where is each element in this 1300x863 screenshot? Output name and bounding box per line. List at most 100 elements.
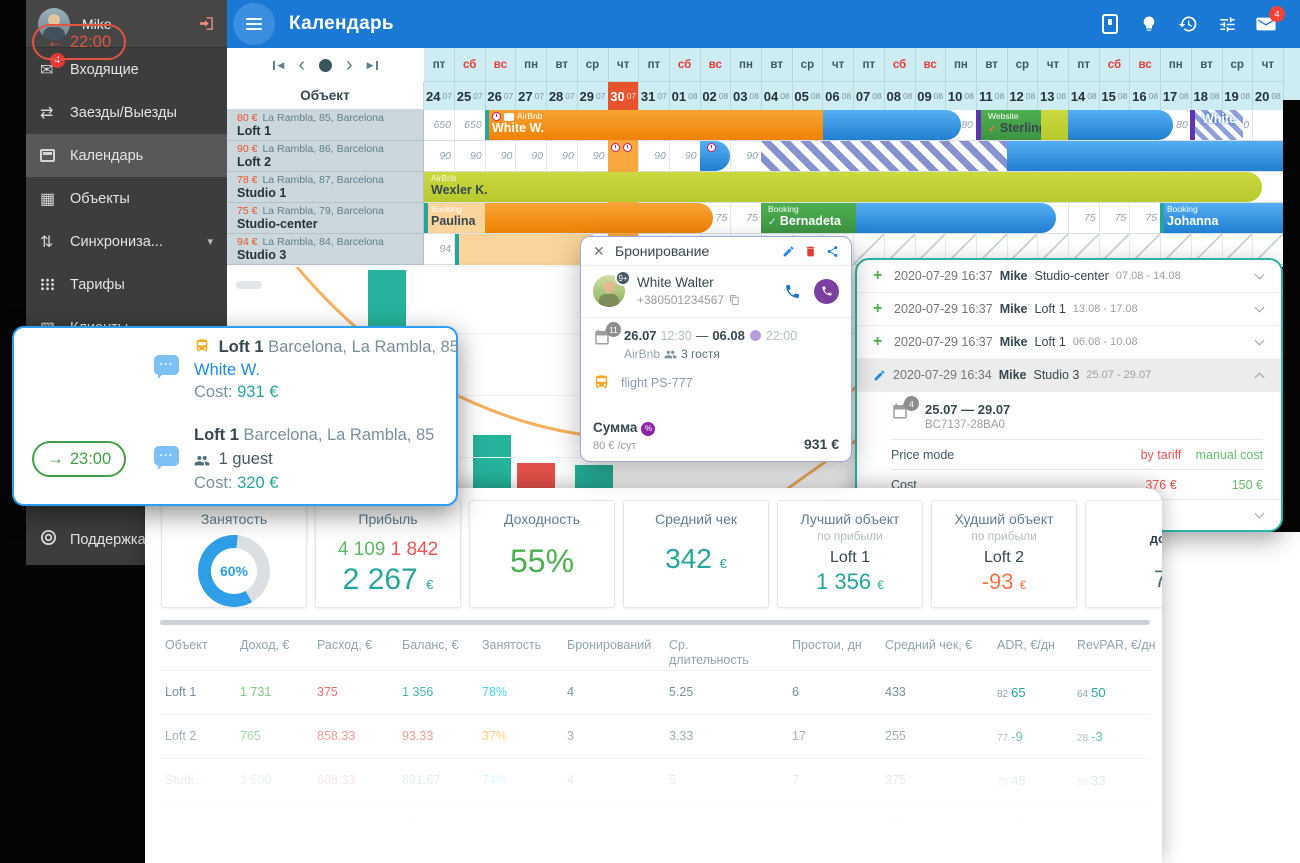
calendar-cell[interactable]: 75 (1099, 203, 1130, 234)
day-number[interactable]: 2008 (1253, 82, 1283, 110)
booking-segment[interactable] (1041, 110, 1068, 140)
calendar-cell[interactable]: 90 (731, 141, 762, 172)
object-cell-studio-1[interactable]: 78 €La Rambla, 87, BarcelonaStudio 1 (227, 172, 424, 203)
chevron-down-icon[interactable] (1255, 508, 1265, 518)
booking-loft1-white-w[interactable]: AirBnb White W. (485, 110, 823, 140)
day-column-09-08[interactable]: вс0908 (915, 48, 946, 110)
booking-loft1-blue[interactable] (823, 110, 961, 140)
day-column-25-07[interactable]: сб2507 (455, 48, 486, 110)
table-horizontal-scrollbar[interactable] (160, 620, 1150, 625)
day-column-29-07[interactable]: ср2907 (578, 48, 609, 110)
booking-loft1-sterling[interactable]: Website ✓ Sterling (981, 110, 1041, 140)
day-column-10-08[interactable]: пн1008 (946, 48, 977, 110)
day-number[interactable]: 2907 (578, 82, 608, 110)
day-column-24-07[interactable]: пт2407 (424, 48, 455, 110)
day-column-17-08[interactable]: пн1708 (1161, 48, 1192, 110)
sidebar-item-6[interactable]: Тарифы (26, 263, 227, 306)
nav-prev-icon[interactable]: ‹ (298, 55, 305, 75)
day-column-15-08[interactable]: сб1508 (1099, 48, 1130, 110)
day-column-31-07[interactable]: пт3107 (639, 48, 670, 110)
day-column-13-08[interactable]: чт1308 (1038, 48, 1069, 110)
sidebar-item-2[interactable]: ⇄Заезды/Выезды (26, 91, 227, 134)
calendar-cell[interactable]: 75 (1130, 203, 1161, 234)
booking-center-bernadeta[interactable]: Booking ✓ Bernadeta (761, 203, 856, 233)
booking-center-johanna[interactable]: Booking Johanna (1160, 203, 1300, 233)
day-column-01-08[interactable]: сб0108 (670, 48, 701, 110)
calendar-cell[interactable]: 94 (424, 234, 455, 265)
day-column-03-08[interactable]: пн0308 (731, 48, 762, 110)
log-row-3[interactable]: +2020-07-29 16:37MikeLoft 106.08 - 10.08 (857, 326, 1281, 359)
day-number[interactable]: 1308 (1038, 82, 1068, 110)
day-number[interactable]: 0708 (854, 82, 884, 110)
stat-card-worst-object[interactable]: Худший объект по прибыли Loft 2 -93 € (931, 500, 1077, 608)
nav-first-icon[interactable]: ◀ (273, 61, 284, 70)
day-number[interactable]: 0108 (670, 82, 700, 110)
calendar-cell[interactable] (1253, 110, 1284, 141)
call-phone-icon[interactable] (784, 283, 801, 300)
day-number[interactable]: 2407 (424, 82, 454, 110)
calendar-cell[interactable]: 75 (731, 203, 762, 234)
sidebar-item-4[interactable]: ▦Объекты (26, 177, 227, 220)
sidebar-item-5[interactable]: ⇅Синхрониза...▾ (26, 220, 227, 263)
day-number[interactable]: 2807 (547, 82, 577, 110)
chevron-down-icon[interactable] (1255, 303, 1265, 313)
booking-center-paulina[interactable]: Booking Paulina (424, 203, 485, 233)
day-number[interactable]: 0808 (885, 82, 915, 110)
day-column-02-08[interactable]: вс0208 (700, 48, 731, 110)
day-number[interactable]: 1008 (946, 82, 976, 110)
day-column-04-08[interactable]: вт0408 (762, 48, 793, 110)
day-column-19-08[interactable]: ср1908 (1222, 48, 1253, 110)
day-number[interactable]: 1108 (977, 82, 1007, 110)
object-cell-loft-2[interactable]: 90 €La Rambla, 86, BarcelonaLoft 2 (227, 141, 424, 172)
booking-loft2-short[interactable] (700, 141, 730, 171)
logout-icon[interactable] (198, 15, 215, 32)
calendar-cell[interactable]: 90 (455, 141, 486, 172)
booking-loft2-striped[interactable] (761, 141, 1007, 171)
stat-card-occupancy[interactable]: Занятость 60% (161, 500, 307, 608)
day-column-26-07[interactable]: вс2607 (485, 48, 516, 110)
day-column-27-07[interactable]: пн2707 (516, 48, 547, 110)
day-number[interactable]: 0508 (792, 82, 822, 110)
discount-icon[interactable]: % (641, 422, 655, 436)
schedule-line-guest[interactable]: White W. (194, 361, 260, 380)
nav-today-icon[interactable] (319, 59, 332, 72)
mail-icon[interactable]: 4 (1254, 12, 1278, 36)
day-number[interactable]: 0408 (762, 82, 792, 110)
chevron-down-icon[interactable]: ▾ (207, 235, 213, 248)
filters-tune-icon[interactable] (1215, 12, 1239, 36)
mobile-app-icon[interactable] (1098, 12, 1122, 36)
booking-loft1-white-striped[interactable]: White (1195, 110, 1243, 140)
booking-center-orange[interactable] (485, 203, 713, 233)
edit-pencil-icon[interactable] (782, 245, 795, 258)
day-column-16-08[interactable]: вс1608 (1130, 48, 1161, 110)
calendar-cell[interactable]: 90 (516, 141, 547, 172)
day-column-05-08[interactable]: ср0508 (792, 48, 823, 110)
stat-card-profit[interactable]: Прибыль 4 109 1 842 2 267 € (315, 500, 461, 608)
day-number[interactable]: 2507 (455, 82, 485, 110)
log-row-4[interactable]: 2020-07-29 16:34MikeStudio 325.07 - 29.0… (857, 359, 1281, 392)
object-cell-loft-1[interactable]: 80 €La Rambla, 85, BarcelonaLoft 1 (227, 110, 424, 141)
day-column-30-07[interactable]: чт3007 (608, 48, 639, 110)
hamburger-menu-button[interactable] (233, 3, 275, 45)
log-row-2[interactable]: +2020-07-29 16:37MikeLoft 113.08 - 17.08 (857, 293, 1281, 326)
day-number[interactable]: 1508 (1099, 82, 1129, 110)
chevron-down-icon[interactable] (1255, 270, 1265, 280)
booking-loft1-blue2[interactable] (1068, 110, 1173, 140)
sidebar-item-3[interactable]: Календарь (26, 134, 227, 177)
day-number[interactable]: 1208 (1007, 82, 1037, 110)
history-icon[interactable] (1176, 12, 1200, 36)
chat-icon[interactable]: ··· (154, 446, 179, 466)
calendar-cell[interactable]: 90 (639, 141, 670, 172)
day-column-18-08[interactable]: вт1808 (1192, 48, 1223, 110)
booking-studio1-wexler[interactable]: AirBnb Wexler K. (424, 172, 1262, 202)
day-number[interactable]: 0908 (915, 82, 945, 110)
chevron-down-icon[interactable] (1255, 336, 1265, 346)
object-cell-studio-center[interactable]: 75 €La Rambla, 79, BarcelonaStudio-cente… (227, 203, 424, 234)
checkin-time-pill[interactable]: ←22:00 (32, 24, 126, 60)
booking-studio3[interactable] (455, 234, 593, 265)
booking-loft2-blue[interactable] (1007, 141, 1300, 171)
calendar-cell[interactable]: 90 (485, 141, 516, 172)
stat-card-profitability[interactable]: Доходность 55% (469, 500, 615, 608)
day-number[interactable]: 0608 (823, 82, 853, 110)
day-column-14-08[interactable]: пт1408 (1069, 48, 1100, 110)
